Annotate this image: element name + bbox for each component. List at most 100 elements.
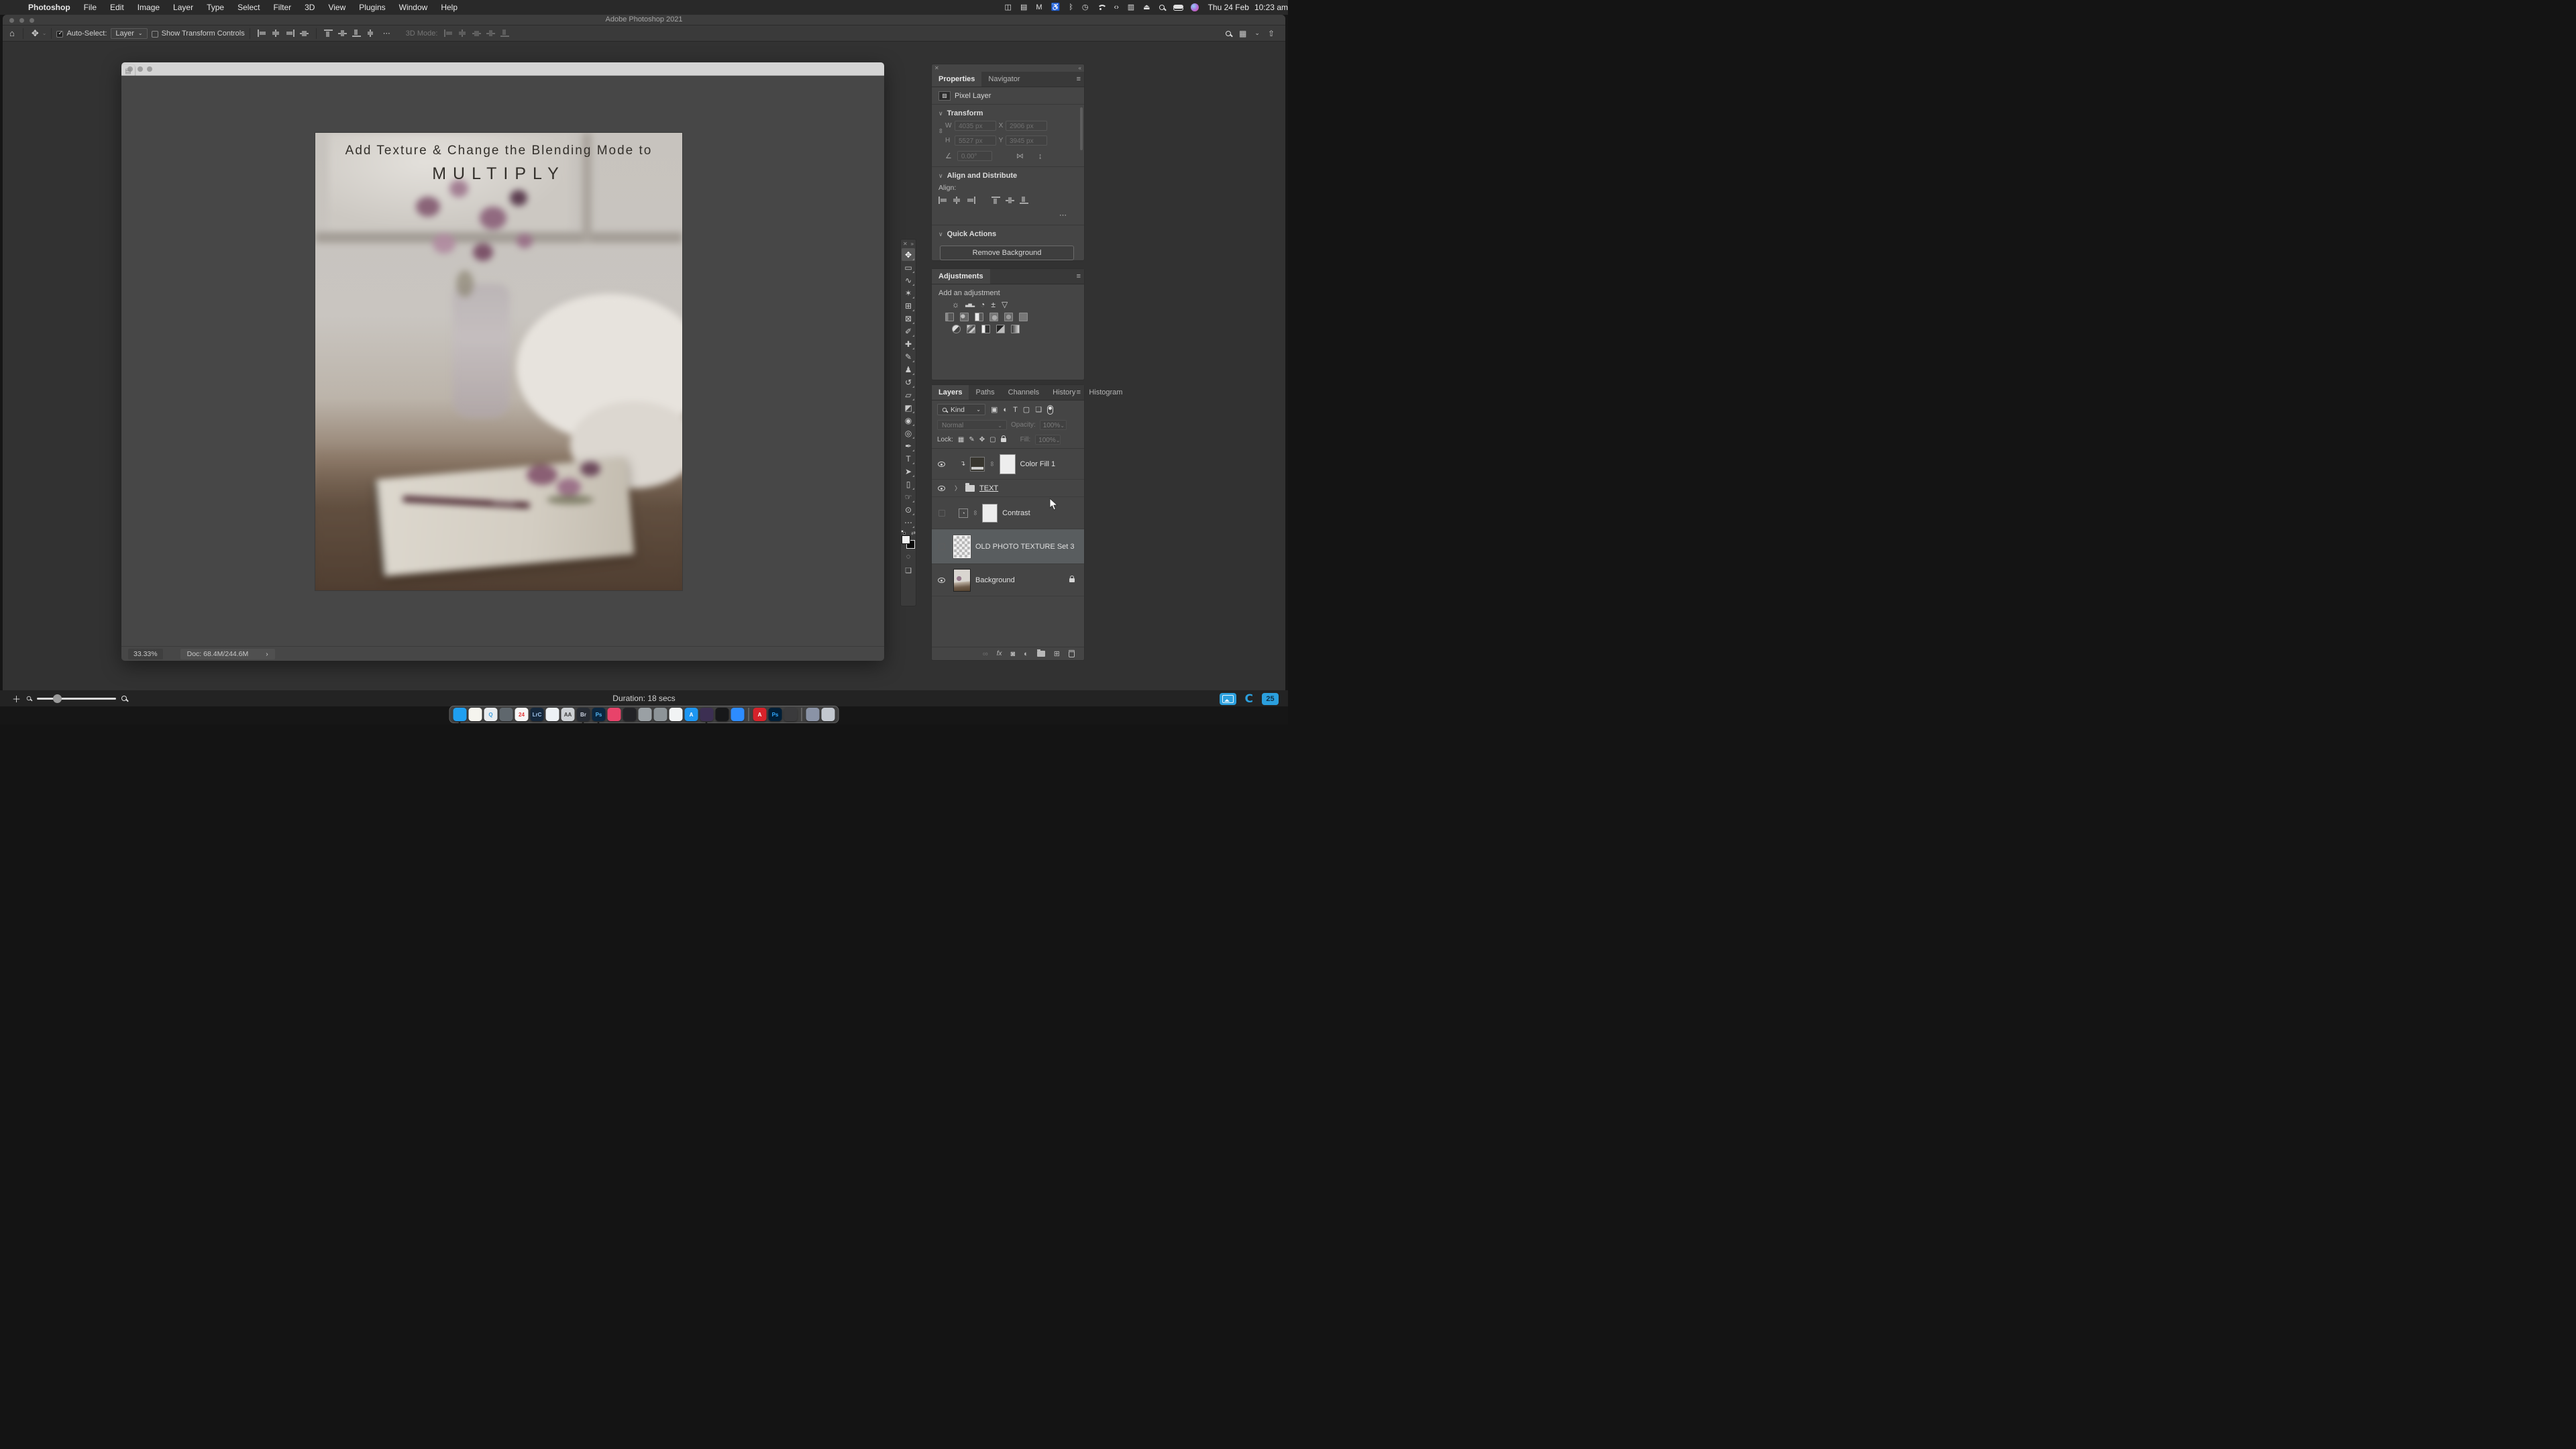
link-dimensions-icon[interactable]: ∞: [937, 129, 945, 138]
scrollbar[interactable]: [1080, 107, 1083, 150]
siri-icon[interactable]: [1190, 3, 1199, 11]
dock-inkscape-icon[interactable]: [715, 708, 729, 721]
new-group-icon[interactable]: [1036, 649, 1045, 657]
dock-quicktime-icon[interactable]: Q: [484, 708, 498, 721]
dev-brackets-icon[interactable]: ‹›: [1114, 3, 1118, 11]
distribute-middle-icon[interactable]: [337, 30, 347, 37]
more-align-options-icon[interactable]: ⋯: [383, 29, 391, 38]
foreground-color-swatch[interactable]: [902, 535, 910, 544]
align-left-icon[interactable]: [257, 30, 266, 37]
link-layers-icon[interactable]: ∞: [983, 650, 988, 658]
dock-photoshop-beta-icon[interactable]: Ps: [768, 708, 782, 721]
lock-pixels-icon[interactable]: ✎: [969, 436, 974, 443]
dock-textedit-icon[interactable]: [468, 708, 482, 721]
curves-adjustment-icon[interactable]: ◔: [959, 508, 968, 518]
history-brush-tool[interactable]: ↺: [902, 376, 915, 388]
fill-layer-thumbnail[interactable]: [970, 456, 985, 472]
layer-mask-thumbnail[interactable]: [999, 453, 1016, 474]
color-lookup-icon[interactable]: [1019, 313, 1028, 321]
dock-zoom-icon[interactable]: [731, 708, 745, 721]
kind-filter-dropdown[interactable]: Kind ⌄: [937, 404, 985, 415]
height-field[interactable]: 5527 px: [955, 136, 996, 146]
menu-layer[interactable]: Layer: [166, 3, 200, 12]
menu-select[interactable]: Select: [231, 3, 266, 12]
lock-all-icon[interactable]: [1000, 435, 1006, 442]
filter-adjustment-layers-icon[interactable]: ◐: [1003, 406, 1008, 414]
align-bottom-icon[interactable]: [1020, 197, 1028, 204]
width-field[interactable]: 4035 px: [955, 121, 996, 131]
path-selection-tool[interactable]: ➤: [902, 465, 915, 478]
menu-view[interactable]: View: [321, 3, 352, 12]
dock-paint-app-icon[interactable]: [623, 708, 637, 721]
app-titlebar[interactable]: Adobe Photoshop 2021: [3, 15, 1285, 25]
add-adjustment-icon[interactable]: ◐: [1024, 650, 1028, 658]
frame-tool[interactable]: ⊠: [902, 312, 915, 325]
layer-row-old-photo-texture[interactable]: OLD PHOTO TEXTURE Set 3: [932, 529, 1084, 564]
align-center-h-icon[interactable]: [272, 30, 280, 37]
dock-font-book-icon[interactable]: AA: [561, 708, 575, 721]
brush-tool[interactable]: ✎: [902, 350, 915, 363]
more-tools[interactable]: ⋯: [902, 516, 915, 529]
filter-type-layers-icon[interactable]: T: [1013, 406, 1018, 414]
tab-navigator[interactable]: Navigator: [981, 72, 1026, 87]
eraser-tool[interactable]: ▱: [902, 388, 915, 401]
screenshot-tool-icon[interactable]: [1219, 693, 1236, 705]
dock-photoshop-icon[interactable]: Ps: [592, 708, 606, 723]
move-tool-preset-icon[interactable]: ✥: [32, 28, 39, 39]
posterize-icon[interactable]: [967, 325, 975, 333]
visibility-eye-hidden[interactable]: [938, 543, 945, 550]
add-mask-icon[interactable]: ◙: [1010, 650, 1015, 658]
lock-transparency-icon[interactable]: ▦: [958, 436, 964, 443]
workspaces-icon[interactable]: ▦: [1239, 29, 1246, 38]
tools-collapse-icon[interactable]: »: [911, 241, 914, 247]
menu-window[interactable]: Window: [392, 3, 435, 12]
flip-vertical-icon[interactable]: ↨: [1038, 152, 1042, 160]
3d-pan-icon[interactable]: [472, 30, 482, 37]
auto-select-dropdown[interactable]: Layer ⌄: [111, 28, 148, 39]
dock-project-files-icon[interactable]: [806, 708, 820, 721]
menu-plugins[interactable]: Plugins: [352, 3, 392, 12]
menu-filter[interactable]: Filter: [266, 3, 298, 12]
black-white-icon[interactable]: [975, 313, 983, 321]
sidecar-display-icon[interactable]: ▤: [1020, 3, 1027, 11]
delete-layer-icon[interactable]: [1069, 650, 1075, 657]
quick-mask-icon[interactable]: ◌: [906, 553, 911, 561]
dock-safari-icon[interactable]: [545, 708, 559, 721]
blur-tool[interactable]: ◉: [902, 414, 915, 427]
selective-color-icon[interactable]: [1011, 325, 1020, 333]
layer-name[interactable]: TEXT: [979, 484, 998, 492]
empty-layer-thumbnail[interactable]: [953, 534, 971, 559]
dock-calendar-icon[interactable]: 24: [515, 708, 529, 721]
align-top-icon[interactable]: [991, 197, 1000, 204]
3d-roll-icon[interactable]: [458, 30, 467, 37]
menu-edit[interactable]: Edit: [103, 3, 131, 12]
tab-paths[interactable]: Paths: [969, 385, 1001, 400]
lasso-tool[interactable]: ∿: [902, 274, 915, 286]
malwarebytes-icon[interactable]: M: [1036, 3, 1042, 11]
align-middle-icon[interactable]: [1006, 197, 1014, 204]
time-machine-icon[interactable]: ◷: [1082, 3, 1089, 11]
layer-row-text-group[interactable]: 〉 TEXT: [932, 480, 1084, 497]
canvas[interactable]: Add Texture & Change the Blending Mode t…: [315, 133, 682, 590]
filter-shape-layers-icon[interactable]: ▢: [1023, 405, 1030, 414]
tab-layers[interactable]: Layers: [932, 385, 969, 400]
layer-mask-thumbnail[interactable]: [982, 503, 998, 523]
dock-settings-app-icon[interactable]: [784, 708, 798, 721]
dock-calculator-icon[interactable]: [653, 708, 667, 721]
screen-mode-icon[interactable]: ❏: [905, 566, 912, 575]
visibility-eye-icon[interactable]: [938, 577, 945, 583]
home-icon[interactable]: ⌂: [9, 28, 15, 38]
dock-lightroom-classic-icon[interactable]: LrC: [530, 708, 544, 721]
auto-select-checkbox[interactable]: [56, 30, 64, 38]
layer-name[interactable]: Color Fill 1: [1020, 460, 1056, 468]
hue-saturation-icon[interactable]: [945, 313, 954, 321]
pen-tool[interactable]: ✒: [902, 439, 915, 452]
menu-image[interactable]: Image: [131, 3, 166, 12]
3d-orbit-icon[interactable]: [444, 30, 453, 37]
visibility-eye-icon[interactable]: [938, 461, 945, 467]
shape-tool[interactable]: ▯: [902, 478, 915, 490]
expand-group-icon[interactable]: 〉: [955, 484, 961, 492]
layer-name[interactable]: OLD PHOTO TEXTURE Set 3: [975, 543, 1075, 551]
flip-horizontal-icon[interactable]: ⋈: [1016, 152, 1024, 160]
menu-file[interactable]: File: [77, 3, 103, 12]
